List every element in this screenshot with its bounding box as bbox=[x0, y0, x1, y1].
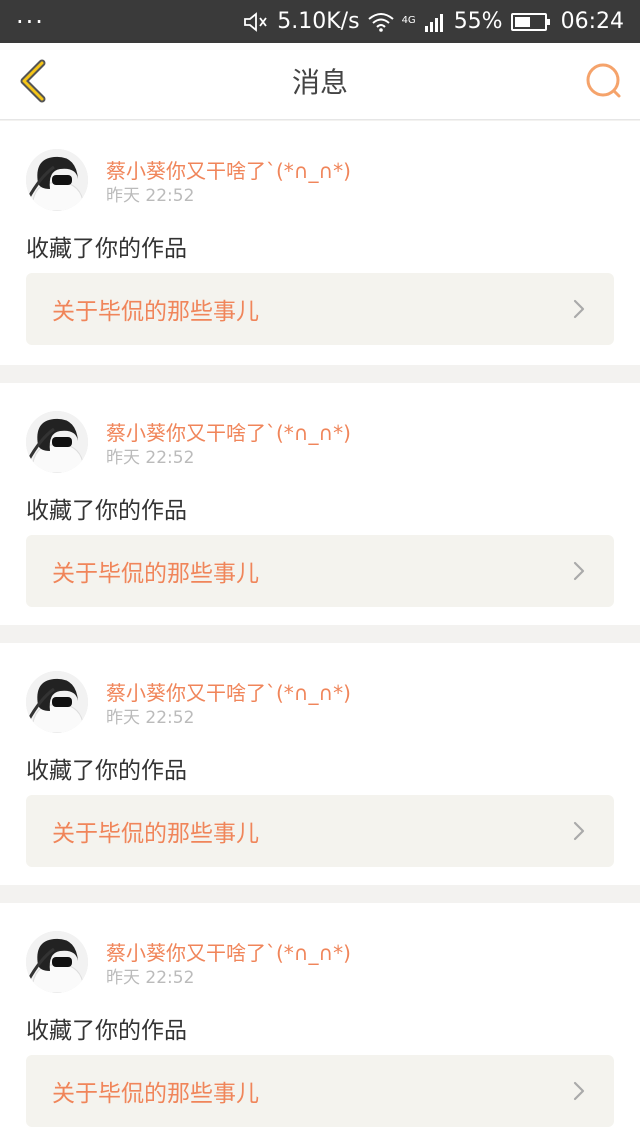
battery-icon bbox=[510, 12, 550, 31]
clock: 06:24 bbox=[560, 9, 624, 34]
message-card: 蔡小葵你又干啥了`(*∩_∩*) 昨天 22:52 收藏了你的作品 关于毕侃的那… bbox=[0, 903, 640, 1145]
action-text: 收藏了你的作品 bbox=[26, 498, 187, 524]
page-title: 消息 bbox=[291, 66, 348, 99]
timestamp: 昨天 22:52 bbox=[106, 186, 195, 206]
signal-icon bbox=[424, 13, 443, 32]
message-card: 蔡小葵你又干啥了`(*∩_∩*) 昨天 22:52 收藏了你的作品 关于毕侃的那… bbox=[0, 643, 640, 885]
chevron-right-icon bbox=[573, 1081, 585, 1101]
avatar[interactable] bbox=[26, 931, 88, 993]
username[interactable]: 蔡小葵你又干啥了`(*∩_∩*) bbox=[106, 417, 351, 446]
work-title: 关于毕侃的那些事儿 bbox=[52, 821, 259, 847]
work-link[interactable]: 关于毕侃的那些事儿 bbox=[26, 1055, 614, 1127]
work-link[interactable]: 关于毕侃的那些事儿 bbox=[26, 273, 614, 345]
avatar[interactable] bbox=[26, 149, 88, 211]
chevron-right-icon bbox=[573, 821, 585, 841]
username[interactable]: 蔡小葵你又干啥了`(*∩_∩*) bbox=[106, 937, 351, 966]
work-title: 关于毕侃的那些事儿 bbox=[52, 561, 259, 587]
message-card: 蔡小葵你又干啥了`(*∩_∩*) 昨天 22:52 收藏了你的作品 关于毕侃的那… bbox=[0, 383, 640, 625]
action-text: 收藏了你的作品 bbox=[26, 1018, 187, 1044]
username[interactable]: 蔡小葵你又干啥了`(*∩_∩*) bbox=[106, 155, 351, 184]
action-text: 收藏了你的作品 bbox=[26, 758, 187, 784]
network-speed: 5.10K/s bbox=[277, 9, 360, 34]
status-bar: ··· 5.10K/s 4G 55% 06:24 bbox=[0, 0, 640, 43]
work-link[interactable]: 关于毕侃的那些事儿 bbox=[26, 535, 614, 607]
message-list: 蔡小葵你又干啥了`(*∩_∩*) 昨天 22:52 收藏了你的作品 关于毕侃的那… bbox=[0, 120, 640, 1145]
timestamp: 昨天 22:52 bbox=[106, 968, 195, 988]
nav-header: 消息 bbox=[0, 43, 640, 120]
avatar[interactable] bbox=[26, 671, 88, 733]
notification-dots: ··· bbox=[16, 7, 45, 36]
username[interactable]: 蔡小葵你又干啥了`(*∩_∩*) bbox=[106, 677, 351, 706]
timestamp: 昨天 22:52 bbox=[106, 708, 195, 728]
back-arrow-icon[interactable] bbox=[16, 59, 56, 103]
chevron-right-icon bbox=[573, 561, 585, 581]
wifi-icon bbox=[367, 12, 394, 32]
work-title: 关于毕侃的那些事儿 bbox=[52, 299, 259, 325]
work-link[interactable]: 关于毕侃的那些事儿 bbox=[26, 795, 614, 867]
search-icon[interactable] bbox=[584, 61, 624, 101]
chevron-right-icon bbox=[573, 299, 585, 319]
timestamp: 昨天 22:52 bbox=[106, 448, 195, 468]
action-text: 收藏了你的作品 bbox=[26, 236, 187, 262]
network-type: 4G bbox=[401, 15, 416, 26]
message-card: 蔡小葵你又干啥了`(*∩_∩*) 昨天 22:52 收藏了你的作品 关于毕侃的那… bbox=[0, 121, 640, 365]
work-title: 关于毕侃的那些事儿 bbox=[52, 1081, 259, 1107]
mute-icon bbox=[244, 11, 267, 32]
battery-percent: 55% bbox=[453, 9, 503, 34]
avatar[interactable] bbox=[26, 411, 88, 473]
